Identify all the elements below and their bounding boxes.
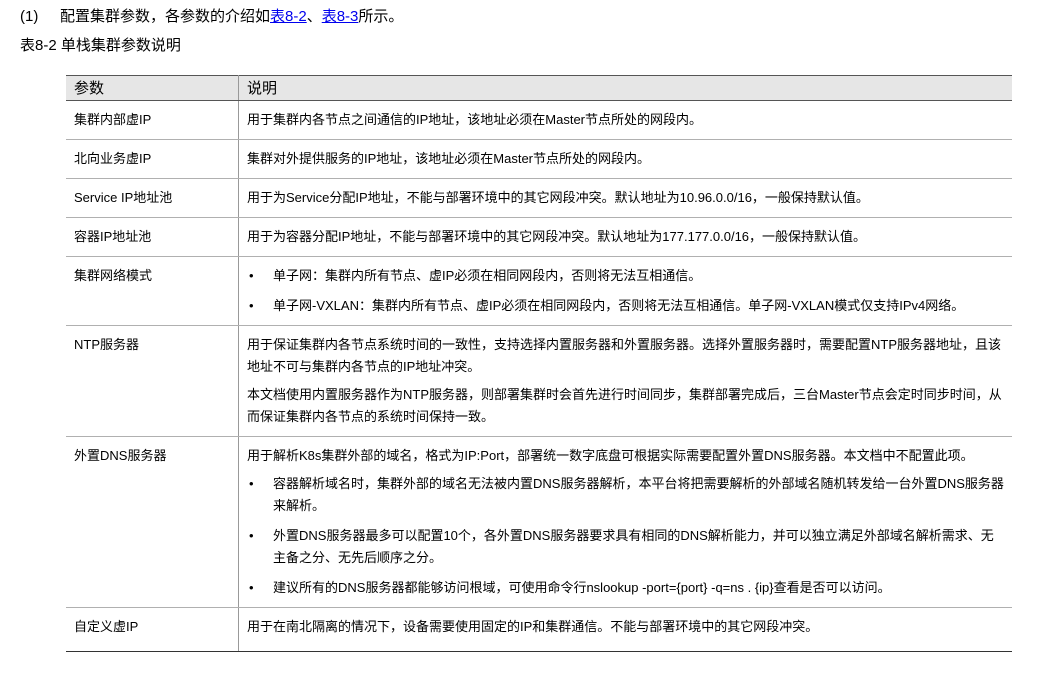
param-name: 北向业务虚IP <box>66 139 239 179</box>
param-name: Service IP地址池 <box>66 178 239 218</box>
param-description: 单子网：集群内所有节点、虚IP必须在相同网段内，否则将无法互相通信。 单子网-V… <box>238 256 1012 326</box>
description-paragraph: 用于保证集群内各节点系统时间的一致性，支持选择内置服务器和外置服务器。选择外置服… <box>247 337 1002 374</box>
bullet-item: 单子网-VXLAN：集群内所有节点、虚IP必须在相同网段内，否则将无法互相通信。… <box>247 295 1004 317</box>
param-name: NTP服务器 <box>66 325 239 437</box>
param-description: 用于在南北隔离的情况下，设备需要使用固定的IP和集群通信。不能与部署环境中的其它… <box>238 607 1012 652</box>
param-description: 用于为容器分配IP地址，不能与部署环境中的其它网段冲突。默认地址为177.177… <box>238 217 1012 257</box>
header-param: 参数 <box>66 75 239 101</box>
table-row: 容器IP地址池 用于为容器分配IP地址，不能与部署环境中的其它网段冲突。默认地址… <box>66 217 1012 257</box>
description-paragraph: 本文档使用内置服务器作为NTP服务器，则部署集群时会首先进行时间同步，集群部署完… <box>247 387 1002 424</box>
table-8-3-link[interactable]: 表8-3 <box>322 8 359 25</box>
param-description: 用于保证集群内各节点系统时间的一致性，支持选择内置服务器和外置服务器。选择外置服… <box>238 325 1012 437</box>
table-row: Service IP地址池 用于为Service分配IP地址，不能与部署环境中的… <box>66 178 1012 218</box>
table-row: 外置DNS服务器 用于解析K8s集群外部的域名，格式为IP:Port，部署统一数… <box>66 436 1012 608</box>
bullet-item: 单子网：集群内所有节点、虚IP必须在相同网段内，否则将无法互相通信。 <box>247 265 1004 287</box>
param-name: 集群内部虚IP <box>66 100 239 140</box>
description-paragraph: 用于解析K8s集群外部的域名，格式为IP:Port，部署统一数字底盘可根据实际需… <box>247 448 974 463</box>
intro-text-before: 配置集群参数，各参数的介绍如 <box>60 8 271 25</box>
description-paragraph: 用于集群内各节点之间通信的IP地址，该地址必须在Master节点所处的网段内。 <box>247 112 703 127</box>
table-8-2-link[interactable]: 表8-2 <box>270 8 307 25</box>
bullet-item: 外置DNS服务器最多可以配置10个，各外置DNS服务器要求具有相同的DNS解析能… <box>247 525 1004 569</box>
bullet-list: 单子网：集群内所有节点、虚IP必须在相同网段内，否则将无法互相通信。 单子网-V… <box>247 265 1004 317</box>
param-name: 集群网络模式 <box>66 256 239 326</box>
parameter-table: 参数 说明 集群内部虚IP 用于集群内各节点之间通信的IP地址，该地址必须在Ma… <box>66 75 1012 652</box>
param-name: 外置DNS服务器 <box>66 436 239 608</box>
param-name: 容器IP地址池 <box>66 217 239 257</box>
table-row: 集群网络模式 单子网：集群内所有节点、虚IP必须在相同网段内，否则将无法互相通信… <box>66 256 1012 326</box>
intro-separator: 、 <box>306 8 322 25</box>
param-description: 用于为Service分配IP地址，不能与部署环境中的其它网段冲突。默认地址为10… <box>238 178 1012 218</box>
param-name: 自定义虚IP <box>66 607 239 652</box>
intro-line: (1) 配置集群参数，各参数的介绍如表8-2、表8-3所示。 <box>20 7 403 27</box>
description-paragraph: 用于为容器分配IP地址，不能与部署环境中的其它网段冲突。默认地址为177.177… <box>247 229 867 244</box>
intro-text-after: 所示。 <box>358 8 404 25</box>
step-number: (1) <box>20 8 39 25</box>
table-row: 自定义虚IP 用于在南北隔离的情况下，设备需要使用固定的IP和集群通信。不能与部… <box>66 607 1012 652</box>
bullet-item: 容器解析域名时，集群外部的域名无法被内置DNS服务器解析，本平台将把需要解析的外… <box>247 473 1004 517</box>
header-description: 说明 <box>238 75 1012 101</box>
bullet-item: 建议所有的DNS服务器都能够访问根域，可使用命令行nslookup -port=… <box>247 577 1004 599</box>
table-row: 集群内部虚IP 用于集群内各节点之间通信的IP地址，该地址必须在Master节点… <box>66 100 1012 140</box>
param-description: 用于解析K8s集群外部的域名，格式为IP:Port，部署统一数字底盘可根据实际需… <box>238 436 1012 608</box>
param-description: 集群对外提供服务的IP地址，该地址必须在Master节点所处的网段内。 <box>238 139 1012 179</box>
description-paragraph: 用于为Service分配IP地址，不能与部署环境中的其它网段冲突。默认地址为10… <box>247 190 869 205</box>
description-paragraph: 集群对外提供服务的IP地址，该地址必须在Master节点所处的网段内。 <box>247 151 651 166</box>
param-description: 用于集群内各节点之间通信的IP地址，该地址必须在Master节点所处的网段内。 <box>238 100 1012 140</box>
description-paragraph: 用于在南北隔离的情况下，设备需要使用固定的IP和集群通信。不能与部署环境中的其它… <box>247 619 819 634</box>
table-caption: 表8-2 单栈集群参数说明 <box>20 37 181 54</box>
table-row: 北向业务虚IP 集群对外提供服务的IP地址，该地址必须在Master节点所处的网… <box>66 139 1012 179</box>
table-row: NTP服务器 用于保证集群内各节点系统时间的一致性，支持选择内置服务器和外置服务… <box>66 325 1012 437</box>
table-header-row: 参数 说明 <box>66 75 1012 101</box>
bullet-list: 容器解析域名时，集群外部的域名无法被内置DNS服务器解析，本平台将把需要解析的外… <box>247 473 1004 599</box>
